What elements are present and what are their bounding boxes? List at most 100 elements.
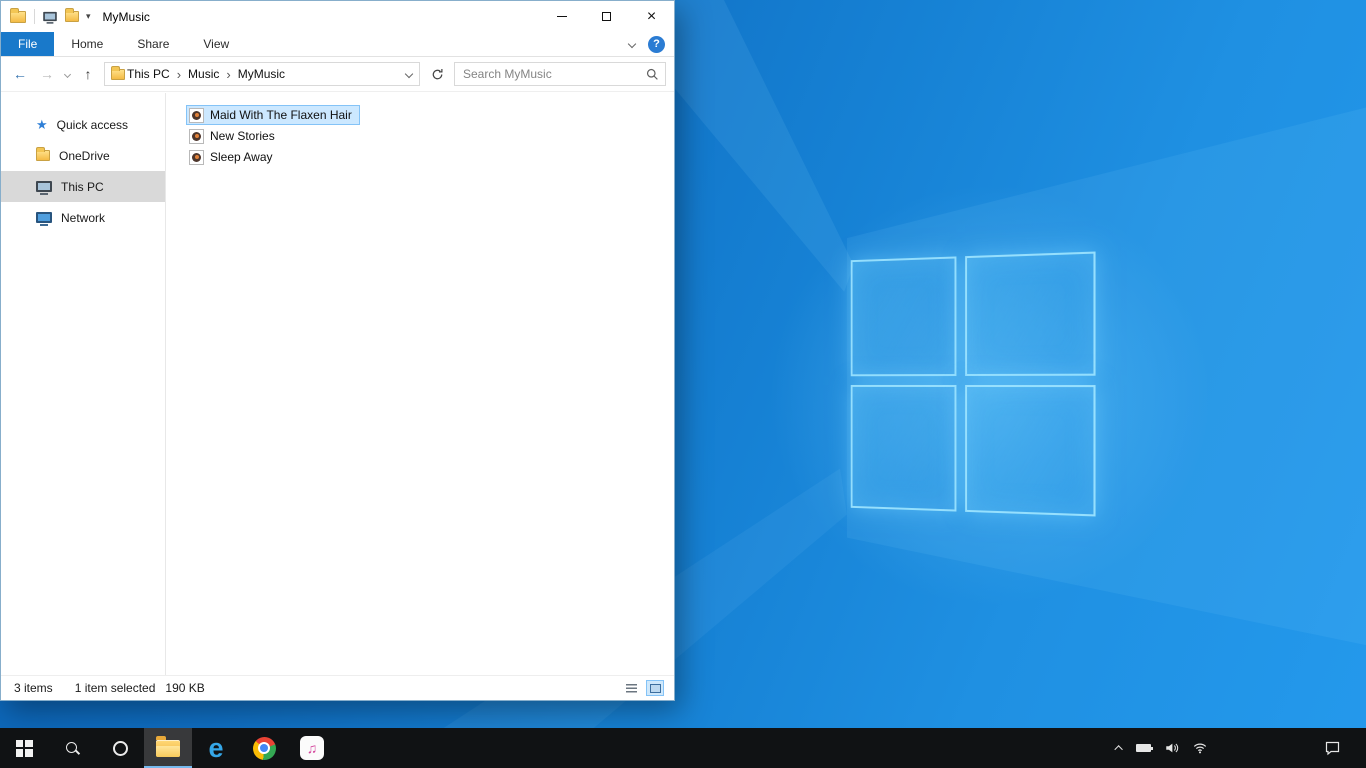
new-folder-icon[interactable] xyxy=(65,8,79,22)
search-input[interactable] xyxy=(455,63,665,85)
action-center-button[interactable] xyxy=(1310,728,1354,768)
status-bar: 3 items 1 item selected 190 KB xyxy=(1,675,674,700)
up-button[interactable]: ↑ xyxy=(77,66,99,82)
windows-logo-pane xyxy=(850,385,957,512)
minimize-icon xyxy=(556,16,567,17)
search-box[interactable] xyxy=(454,62,666,86)
status-selection: 1 item selected xyxy=(74,681,156,695)
help-button[interactable]: ? xyxy=(648,35,665,53)
breadcrumb-separator-icon[interactable]: › xyxy=(221,67,235,82)
details-view-icon xyxy=(625,683,637,693)
taskbar-edge-button[interactable]: e xyxy=(192,728,240,768)
sidebar-item-label: Network xyxy=(61,210,106,225)
ribbon-right-controls: ? xyxy=(627,32,674,56)
computer-icon xyxy=(36,181,52,195)
breadcrumb-music[interactable]: Music xyxy=(186,67,221,81)
windows-logo-pane xyxy=(965,251,1096,377)
recent-locations-chevron-icon[interactable] xyxy=(63,70,72,78)
action-center-icon xyxy=(1325,741,1339,756)
taskbar-chrome-button[interactable] xyxy=(240,728,288,768)
file-row[interactable]: Maid With The Flaxen Hair xyxy=(186,105,360,125)
properties-icon[interactable] xyxy=(43,11,57,24)
file-row[interactable]: Sleep Away xyxy=(186,147,281,167)
separator xyxy=(34,9,35,24)
speaker-icon xyxy=(1166,743,1179,753)
address-dropdown-chevron-icon[interactable] xyxy=(399,69,419,79)
breadcrumb-mymusic[interactable]: MyMusic xyxy=(236,67,287,81)
breadcrumb-separator-icon[interactable]: › xyxy=(172,67,186,82)
search-icon xyxy=(65,741,79,755)
sidebar-item-quick-access[interactable]: ★ Quick access xyxy=(1,109,165,140)
battery-indicator[interactable] xyxy=(1136,744,1153,752)
refresh-button[interactable] xyxy=(425,62,449,86)
window-body: ★ Quick access OneDrive This PC Network xyxy=(1,93,674,675)
close-button[interactable]: × xyxy=(629,1,674,32)
thumbnails-view-icon xyxy=(649,683,661,693)
network-icon xyxy=(36,212,52,226)
edge-icon: e xyxy=(208,732,224,763)
windows-logo-pane xyxy=(965,385,1096,517)
network-indicator[interactable] xyxy=(1192,741,1208,755)
file-name: Maid With The Flaxen Hair xyxy=(210,108,352,122)
windows-logo xyxy=(850,251,1096,517)
sidebar-item-network[interactable]: Network xyxy=(1,202,165,233)
address-toolbar: ← → ↑ This PC › Music › MyMusic xyxy=(1,57,674,92)
sidebar-item-label: Quick access xyxy=(56,117,129,132)
desktop: ▾ MyMusic × File Home Share View ? ← → ↑… xyxy=(0,0,1366,768)
tray-expand-button[interactable] xyxy=(1114,745,1123,754)
volume-indicator[interactable] xyxy=(1164,741,1179,755)
itunes-icon: ♫ xyxy=(300,736,324,760)
cortana-icon xyxy=(112,740,128,756)
tab-home[interactable]: Home xyxy=(54,32,120,56)
file-explorer-icon xyxy=(156,735,180,757)
back-button[interactable]: ← xyxy=(9,66,31,82)
title-bar[interactable]: ▾ MyMusic × xyxy=(1,1,674,32)
music-file-icon xyxy=(189,128,204,144)
breadcrumb-this-pc[interactable]: This PC xyxy=(125,67,172,81)
start-button[interactable] xyxy=(0,728,48,768)
window-title: MyMusic xyxy=(102,9,150,24)
caption-buttons: × xyxy=(539,1,674,32)
maximize-button[interactable] xyxy=(584,1,629,32)
explorer-app-icon xyxy=(10,7,26,23)
quick-access-toolbar: ▾ xyxy=(34,8,91,24)
sidebar-item-onedrive[interactable]: OneDrive xyxy=(1,140,165,171)
battery-icon xyxy=(1136,744,1153,752)
status-selection-size: 190 KB xyxy=(165,681,205,695)
address-folder-icon xyxy=(111,65,125,80)
minimize-button[interactable] xyxy=(539,1,584,32)
file-list[interactable]: Maid With The Flaxen Hair New Stories Sl… xyxy=(166,93,674,675)
taskbar-file-explorer-button[interactable] xyxy=(144,728,192,768)
navigation-pane: ★ Quick access OneDrive This PC Network xyxy=(1,93,166,675)
chrome-icon xyxy=(252,736,276,760)
sidebar-item-this-pc[interactable]: This PC xyxy=(1,171,165,202)
customize-toolbar-chevron-icon[interactable]: ▾ xyxy=(86,11,91,22)
tab-share[interactable]: Share xyxy=(120,32,186,56)
status-item-count: 3 items xyxy=(14,681,53,695)
wifi-icon xyxy=(1193,743,1207,754)
chevron-up-icon xyxy=(1114,745,1123,754)
onedrive-folder-icon xyxy=(36,147,50,161)
view-switcher xyxy=(622,680,664,696)
file-name: Sleep Away xyxy=(210,150,273,164)
taskbar-search-button[interactable] xyxy=(48,728,96,768)
cortana-button[interactable] xyxy=(96,728,144,768)
sidebar-item-label: This PC xyxy=(61,179,104,194)
tab-view[interactable]: View xyxy=(186,32,246,56)
thumbnails-view-button[interactable] xyxy=(646,680,664,696)
forward-button[interactable]: → xyxy=(36,66,58,82)
close-icon: × xyxy=(646,7,657,25)
file-row[interactable]: New Stories xyxy=(186,126,283,146)
taskbar: e ♫ xyxy=(0,728,1366,768)
address-bar[interactable]: This PC › Music › MyMusic xyxy=(104,62,420,86)
taskbar-itunes-button[interactable]: ♫ xyxy=(288,728,336,768)
tab-file[interactable]: File xyxy=(1,32,55,56)
sidebar-item-label: OneDrive xyxy=(59,148,110,163)
music-file-icon xyxy=(189,107,204,123)
file-explorer-window: ▾ MyMusic × File Home Share View ? ← → ↑… xyxy=(0,0,675,701)
collapse-ribbon-chevron-icon[interactable] xyxy=(627,39,637,49)
search-icon xyxy=(646,68,658,80)
maximize-icon xyxy=(602,12,611,21)
details-view-button[interactable] xyxy=(622,680,640,696)
star-icon: ★ xyxy=(36,117,48,132)
